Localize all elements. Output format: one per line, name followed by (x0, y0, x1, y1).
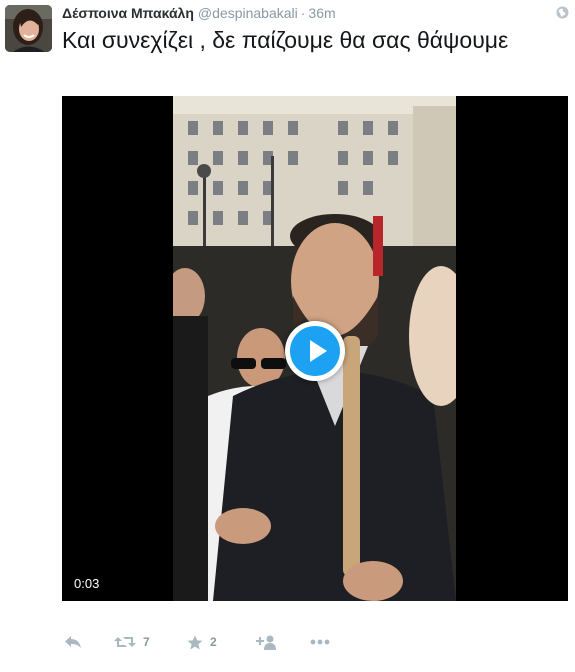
retweet-button[interactable]: 7 (114, 630, 150, 654)
follow-icon (256, 635, 276, 650)
tweet: Δέσποινα Μπακάλη @despinabakali · 36m Και σ… (0, 0, 575, 672)
play-icon (310, 340, 327, 362)
tweet-header: Δέσποινα Μπακάλη @despinabakali · 36m (62, 4, 336, 22)
tweet-timestamp[interactable]: 36m (308, 5, 335, 21)
more-button[interactable] (310, 630, 330, 654)
favorite-button[interactable]: 2 (187, 630, 217, 654)
reply-icon (65, 636, 81, 648)
video-duration: 0:03 (74, 576, 100, 591)
tweet-actions: 7 2 (62, 630, 362, 654)
author-handle[interactable]: @despinabakali (198, 5, 298, 21)
separator-dot: · (300, 5, 306, 21)
follow-button[interactable] (256, 630, 276, 654)
globe-icon (556, 6, 569, 19)
author-name[interactable]: Δέσποινα Μπακάλη (62, 5, 194, 21)
play-button-ring (290, 326, 340, 376)
reply-button[interactable] (64, 630, 82, 654)
retweet-count: 7 (143, 635, 150, 649)
video-player[interactable]: 0:03 (62, 96, 568, 601)
retweet-icon (114, 637, 136, 647)
tweet-text: Και συνεχίζει , δε παίζουμε θα σας θάψου… (62, 27, 509, 53)
more-icon (310, 639, 330, 645)
play-button[interactable] (285, 321, 345, 381)
favorite-count: 2 (210, 635, 217, 649)
star-icon (187, 635, 203, 649)
avatar[interactable] (5, 5, 52, 52)
